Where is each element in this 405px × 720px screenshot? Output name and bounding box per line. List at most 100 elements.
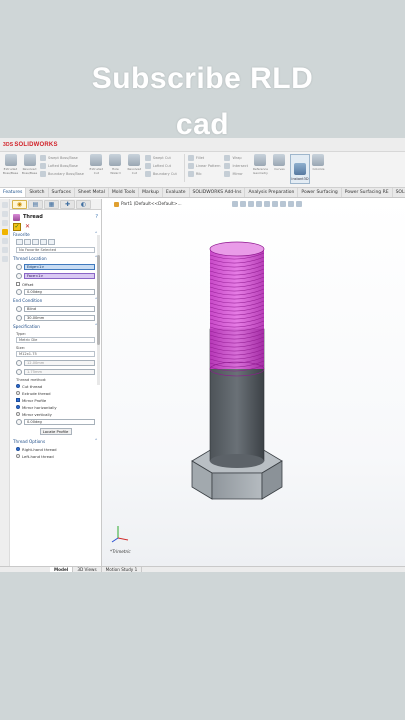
edge-selection-field[interactable]: Edge<1>	[24, 264, 95, 270]
offset-angle-field[interactable]: 0.00deg	[24, 289, 95, 295]
add-favorite-icon[interactable]	[16, 239, 23, 245]
swept-boss-tool[interactable]: Swept Boss/Base	[40, 155, 84, 161]
linear-pattern-tool[interactable]: Linear Pattern	[187, 163, 220, 169]
save-favorite-icon[interactable]	[40, 239, 47, 245]
bolt-model[interactable]	[102, 199, 405, 566]
hole-wizard-tool[interactable]: Hole Wizard	[107, 154, 124, 184]
pm-scrollbar[interactable]	[97, 235, 100, 385]
help-icon[interactable]: ?	[95, 214, 98, 220]
diameter-field[interactable]: 12.00mm	[24, 360, 95, 366]
ribbon-group-cut: Swept Cut Lofted Cut Boundary Cut	[144, 154, 177, 177]
right-hand-radio[interactable]: Right-hand thread	[16, 446, 95, 452]
config-manager-tab[interactable]: ▦	[44, 200, 59, 209]
tab-solidworks[interactable]: SOLIDWORKS	[393, 188, 405, 197]
strip-icon-active[interactable]	[2, 229, 8, 235]
fillet-tool[interactable]: Fillet	[187, 155, 221, 161]
reverse-direction-icon[interactable]	[16, 306, 22, 312]
tab-power-surfacing[interactable]: Power Surfacing	[298, 188, 342, 197]
wrap-tool[interactable]: Wrap	[224, 155, 248, 161]
checkbox-label: Offset	[22, 281, 34, 287]
curves-tool[interactable]: Curves	[271, 154, 288, 184]
shank-base	[210, 454, 264, 468]
type-select[interactable]: Metric Die	[16, 337, 95, 343]
delete-favorite-icon[interactable]	[32, 239, 39, 245]
boundary-boss-tool[interactable]: Boundary Boss/Base	[40, 171, 84, 177]
dimxpert-tab[interactable]: ✚	[60, 200, 75, 209]
colorize-tool[interactable]: Colorize	[310, 154, 327, 184]
thread-location-header[interactable]: Thread Location⌃	[10, 255, 101, 262]
diameter-row: 12.00mm	[16, 359, 95, 367]
tab-markup[interactable]: Markup	[139, 188, 163, 197]
strip-icon[interactable]	[2, 220, 8, 226]
thread-options-header[interactable]: Thread Options ⌃	[10, 438, 101, 445]
tab-evaluate[interactable]: Evaluate	[163, 188, 190, 197]
end-condition-header[interactable]: End Condition⌃	[10, 297, 101, 304]
cut-thread-radio[interactable]: Cut thread	[16, 383, 95, 389]
locate-profile-button[interactable]: Locate Profile	[39, 428, 72, 435]
mirror-horizontal-radio[interactable]: Mirror horizontally	[16, 404, 95, 410]
mirror-profile-checkbox[interactable]: Mirror Profile	[16, 397, 95, 403]
tool-label: Extruded Cut	[89, 167, 104, 175]
tab-power-surfacing-re[interactable]: Power Surfacing RE	[342, 188, 393, 197]
tool-label: Curves	[274, 167, 285, 171]
solidworks-logo[interactable]: 3DSSOLIDWORKS	[3, 142, 58, 148]
offset-row: 0.00deg	[16, 288, 95, 296]
load-favorite-icon[interactable]	[48, 239, 55, 245]
size-select[interactable]: M12x1.75	[16, 351, 95, 357]
scrollbar-thumb[interactable]	[97, 255, 100, 345]
cancel-button[interactable]: ✕	[25, 223, 30, 230]
tab-sheet-metal[interactable]: Sheet Metal	[75, 188, 109, 197]
favorite-section-header[interactable]: Favorite⌃	[10, 231, 101, 238]
rib-tool[interactable]: Rib	[187, 171, 221, 177]
pitch-field[interactable]: 1.75mm	[24, 369, 95, 375]
lofted-cut-tool[interactable]: Lofted Cut	[144, 163, 177, 169]
strip-icon[interactable]	[2, 256, 8, 262]
hole-icon	[109, 154, 122, 166]
depth-field[interactable]: 30.00mm	[24, 315, 95, 321]
mirror-tool[interactable]: Mirror	[224, 171, 248, 177]
swept-cut-tool[interactable]: Swept Cut	[144, 155, 177, 161]
specification-header[interactable]: Specification⌃	[10, 323, 101, 330]
rib-icon	[187, 171, 194, 177]
intersect-tool[interactable]: Intersect	[224, 163, 248, 169]
face-selection-field[interactable]: Face<1>	[24, 273, 95, 279]
strip-icon[interactable]	[2, 202, 8, 208]
mirror-vertical-radio[interactable]: Mirror vertically	[16, 411, 95, 417]
tab-3d-views[interactable]: 3D Views	[73, 567, 102, 572]
loft-cut-icon	[144, 163, 151, 169]
offset-checkbox[interactable]: Offset	[16, 281, 95, 287]
tab-analysis-prep[interactable]: Analysis Preparation	[245, 188, 299, 197]
revolve-cut-icon	[128, 154, 141, 166]
extruded-boss-tool[interactable]: Extruded Boss/Base	[2, 154, 19, 184]
left-hand-radio[interactable]: Left-hand thread	[16, 453, 95, 459]
tab-surfaces[interactable]: Surfaces	[49, 188, 76, 197]
tab-model[interactable]: Model	[50, 567, 74, 572]
radio-label: Right-hand thread	[22, 446, 57, 452]
revolved-cut-tool[interactable]: Revolved Cut	[126, 154, 143, 184]
thread-options-section: Right-hand thread Left-hand thread	[10, 446, 101, 459]
instant3d-button[interactable]: Instant3D	[289, 154, 310, 184]
graphics-area[interactable]: Part1 (Default<<Default>... *Trimetric	[102, 199, 405, 566]
tab-sketch[interactable]: Sketch	[26, 188, 49, 197]
feature-manager-tab[interactable]: ◉	[12, 200, 27, 209]
property-manager-tab[interactable]: ▤	[28, 200, 43, 209]
tab-addins[interactable]: SOLIDWORKS Add-Ins	[190, 188, 246, 197]
reference-geometry-tool[interactable]: Reference Geometry	[252, 154, 269, 184]
ok-button[interactable]: ✓	[13, 222, 21, 231]
end-condition-select[interactable]: Blind	[24, 306, 95, 312]
lofted-boss-tool[interactable]: Lofted Boss/Base	[40, 163, 84, 169]
tab-mold-tools[interactable]: Mold Tools	[109, 188, 140, 197]
strip-icon[interactable]	[2, 238, 8, 244]
strip-icon[interactable]	[2, 247, 8, 253]
favorite-select[interactable]: No Favorite Selected	[16, 247, 95, 253]
tab-motion-study[interactable]: Motion Study 1	[102, 567, 143, 572]
rotation-angle-field[interactable]: 0.00deg	[24, 419, 95, 425]
strip-icon[interactable]	[2, 211, 8, 217]
update-favorite-icon[interactable]	[24, 239, 31, 245]
tab-features[interactable]: Features	[0, 188, 27, 197]
boundary-cut-tool[interactable]: Boundary Cut	[144, 171, 177, 177]
revolved-boss-tool[interactable]: Revolved Boss/Base	[21, 154, 38, 184]
extruded-cut-tool[interactable]: Extruded Cut	[88, 154, 105, 184]
display-manager-tab[interactable]: ◐	[76, 200, 91, 209]
extrude-thread-radio[interactable]: Extrude thread	[16, 390, 95, 396]
